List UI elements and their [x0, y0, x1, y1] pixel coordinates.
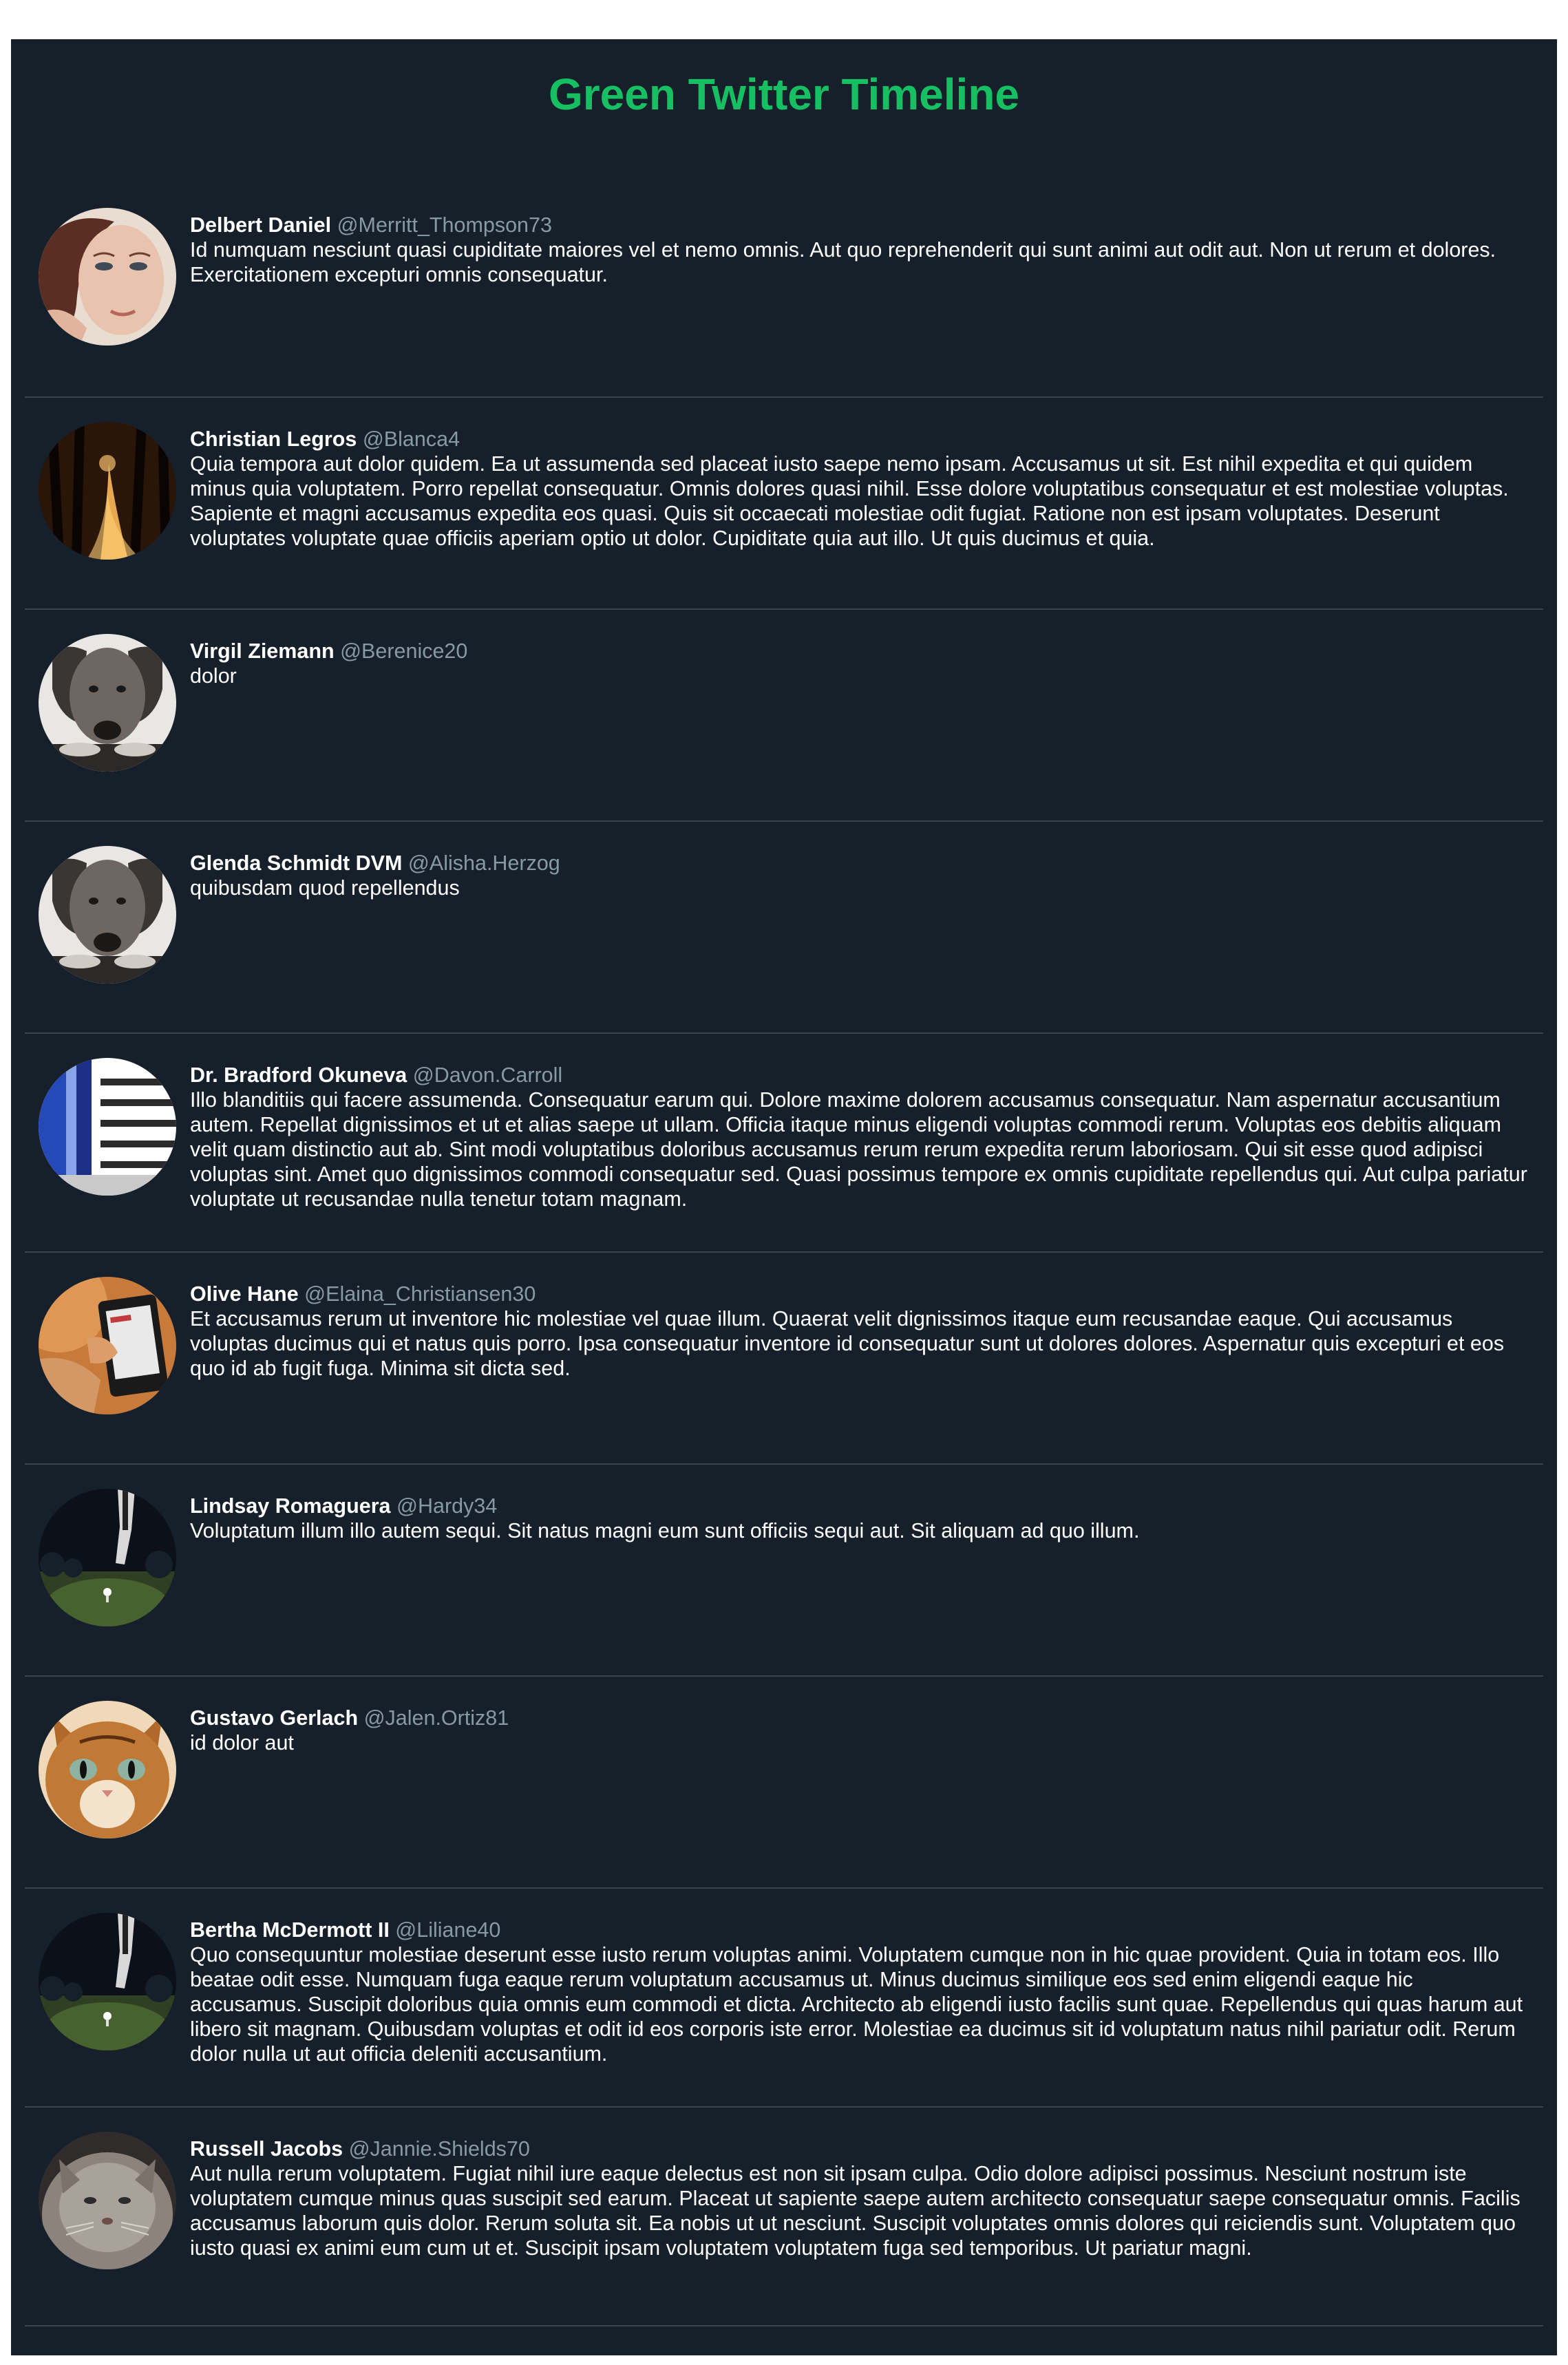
tweet-text: Voluptatum illum illo autem sequi. Sit n…: [190, 1519, 1140, 1542]
tweet-body: Bertha McDermott II @Liliane40 Quo conseq…: [190, 1918, 1529, 2066]
avatar[interactable]: [39, 208, 176, 346]
tweet-text: Quo consequuntur molestiae deserunt esse…: [190, 1943, 1523, 2066]
tweet-body: Delbert Daniel @Merritt_Thompson73 Id num…: [190, 213, 1529, 287]
tweet-header: Gustavo Gerlach @Jalen.Ortiz81: [190, 1706, 1529, 1730]
author-handle[interactable]: @Merritt_Thompson73: [337, 213, 552, 237]
author-handle[interactable]: @Jannie.Shields70: [349, 2137, 530, 2161]
tweet-body: Glenda Schmidt DVM @Alisha.Herzog quibusd…: [190, 851, 1529, 900]
avatar[interactable]: [39, 1913, 176, 2050]
tweet-header: Christian Legros @Blanca4: [190, 427, 1529, 452]
avatar[interactable]: [39, 1058, 176, 1196]
tweet-body: Christian Legros @Blanca4 Quia tempora au…: [190, 427, 1529, 551]
tweet-body: Virgil Ziemann @Berenice20 dolor: [190, 639, 1529, 688]
tweet[interactable]: Olive Hane @Elaina_Christiansen30 Et accu…: [25, 1253, 1543, 1465]
tweet-body: Russell Jacobs @Jannie.Shields70 Aut null…: [190, 2136, 1529, 2260]
avatar[interactable]: [39, 1489, 176, 1626]
tweet-text: Et accusamus rerum ut inventore hic mole…: [190, 1307, 1505, 1380]
tweet-text: Aut nulla rerum voluptatem. Fugiat nihil…: [190, 2162, 1521, 2260]
tweet-body: Dr. Bradford Okuneva @Davon.Carroll Illo …: [190, 1063, 1529, 1211]
tweet-body: Gustavo Gerlach @Jalen.Ortiz81 id dolor a…: [190, 1706, 1529, 1755]
tweet[interactable]: Gustavo Gerlach @Jalen.Ortiz81 id dolor a…: [25, 1677, 1543, 1889]
page-title: Green Twitter Timeline: [548, 70, 1020, 119]
tweet-header: Dr. Bradford Okuneva @Davon.Carroll: [190, 1063, 1529, 1088]
tweet-body: Lindsay Romaguera @Hardy34 Voluptatum ill…: [190, 1494, 1529, 1543]
author-handle[interactable]: @Jalen.Ortiz81: [364, 1706, 509, 1730]
author-handle[interactable]: @Alisha.Herzog: [408, 851, 560, 875]
timeline-panel: Green Twitter Timeline Delbert Daniel @M…: [11, 39, 1557, 2355]
author-name[interactable]: Glenda Schmidt DVM: [190, 851, 402, 875]
avatar[interactable]: [39, 846, 176, 984]
author-handle[interactable]: @Davon.Carroll: [413, 1063, 562, 1087]
tweet[interactable]: Lindsay Romaguera @Hardy34 Voluptatum ill…: [25, 1465, 1543, 1677]
tweet-header: Olive Hane @Elaina_Christiansen30: [190, 1282, 1529, 1306]
tweet-header: Russell Jacobs @Jannie.Shields70: [190, 2136, 1529, 2161]
tweet[interactable]: Russell Jacobs @Jannie.Shields70 Aut null…: [25, 2108, 1543, 2326]
author-handle[interactable]: @Berenice20: [340, 639, 467, 663]
tweet-text: dolor: [190, 664, 237, 688]
tweet[interactable]: Glenda Schmidt DVM @Alisha.Herzog quibusd…: [25, 822, 1543, 1034]
tweet-list: Delbert Daniel @Merritt_Thompson73 Id num…: [25, 184, 1543, 2326]
tweet-header: Lindsay Romaguera @Hardy34: [190, 1494, 1529, 1518]
author-name[interactable]: Dr. Bradford Okuneva: [190, 1063, 407, 1087]
avatar[interactable]: [39, 2132, 176, 2269]
tweet[interactable]: Bertha McDermott II @Liliane40 Quo conseq…: [25, 1889, 1543, 2108]
tweet-text: Id numquam nesciunt quasi cupiditate mai…: [190, 238, 1496, 286]
avatar[interactable]: [39, 1701, 176, 1838]
author-name[interactable]: Gustavo Gerlach: [190, 1706, 358, 1730]
tweet-text: Illo blanditiis qui facere assumenda. Co…: [190, 1088, 1527, 1211]
tweet[interactable]: Virgil Ziemann @Berenice20 dolor: [25, 610, 1543, 822]
author-name[interactable]: Russell Jacobs: [190, 2137, 343, 2161]
author-name[interactable]: Olive Hane: [190, 1282, 299, 1306]
tweet[interactable]: Delbert Daniel @Merritt_Thompson73 Id num…: [25, 184, 1543, 398]
author-handle[interactable]: @Blanca4: [363, 427, 460, 451]
tweet-body: Olive Hane @Elaina_Christiansen30 Et accu…: [190, 1282, 1529, 1381]
author-name[interactable]: Christian Legros: [190, 427, 357, 451]
avatar[interactable]: [39, 634, 176, 772]
tweet-text: id dolor aut: [190, 1731, 294, 1754]
author-handle[interactable]: @Hardy34: [396, 1494, 497, 1518]
author-name[interactable]: Virgil Ziemann: [190, 639, 335, 663]
tweet[interactable]: Christian Legros @Blanca4 Quia tempora au…: [25, 398, 1543, 610]
tweet-header: Virgil Ziemann @Berenice20: [190, 639, 1529, 664]
author-name[interactable]: Bertha McDermott II: [190, 1918, 390, 1942]
tweet-header: Bertha McDermott II @Liliane40: [190, 1918, 1529, 1942]
tweet-header: Glenda Schmidt DVM @Alisha.Herzog: [190, 851, 1529, 876]
avatar[interactable]: [39, 422, 176, 560]
tweet-text: Quia tempora aut dolor quidem. Ea ut ass…: [190, 452, 1509, 550]
author-name[interactable]: Lindsay Romaguera: [190, 1494, 391, 1518]
avatar[interactable]: [39, 1277, 176, 1414]
tweet-header: Delbert Daniel @Merritt_Thompson73: [190, 213, 1529, 237]
tweet[interactable]: Dr. Bradford Okuneva @Davon.Carroll Illo …: [25, 1034, 1543, 1253]
author-handle[interactable]: @Liliane40: [395, 1918, 500, 1942]
tweet-text: quibusdam quod repellendus: [190, 876, 460, 900]
author-name[interactable]: Delbert Daniel: [190, 213, 331, 237]
author-handle[interactable]: @Elaina_Christiansen30: [304, 1282, 536, 1306]
